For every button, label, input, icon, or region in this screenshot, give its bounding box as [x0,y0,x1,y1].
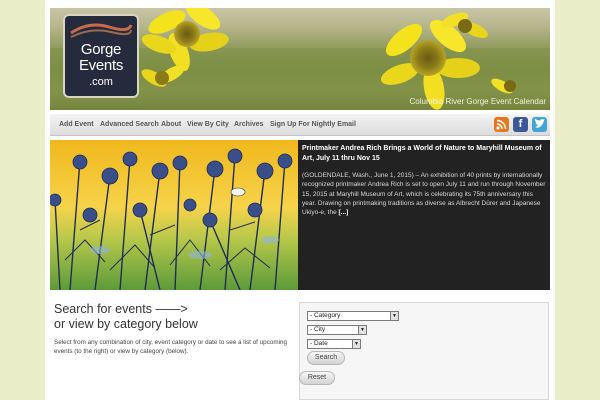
rss-glyph [496,119,507,130]
date-select-value: - Date [310,340,328,347]
logo-line2: Events [78,57,124,74]
category-select[interactable]: - Category ▼ [307,311,399,321]
nav-sign-up-email[interactable]: Sign Up For Nightly Email [270,121,356,128]
city-select[interactable]: - City ▼ [307,325,367,335]
featured-artwork-image[interactable] [50,140,298,290]
search-heading-line2: or view by category below [54,317,198,331]
site-tagline: Columbia River Gorge Event Calendar [409,97,546,106]
chevron-down-icon: ▼ [352,340,360,348]
twitter-icon[interactable] [532,117,547,132]
nav-advanced-search[interactable]: Advanced Search [100,121,159,128]
rss-icon[interactable] [494,117,509,132]
nav-about[interactable]: About [161,121,181,128]
search-panel: - Category ▼ - City ▼ - Date ▼ Search Re… [299,302,549,400]
chevron-down-icon: ▼ [358,326,366,334]
featured-story-title[interactable]: Printmaker Andrea Rich Brings a World of… [302,144,546,164]
header-banner: Gorge Events .com Columbia River Gorge E… [50,8,550,110]
featured-story-body: (GOLDENDALE, Wash., June 1, 2015) – An e… [302,171,546,217]
category-select-value: - Category [310,312,341,319]
facebook-icon[interactable]: f [513,117,528,132]
featured-story: Printmaker Andrea Rich Brings a World of… [50,140,550,290]
twitter-glyph [534,118,545,128]
page: Gorge Events .com Columbia River Gorge E… [45,0,555,400]
search-description: Select from any combination of city, eve… [54,339,287,355]
read-more-link[interactable]: [...] [339,209,349,216]
nav-view-by-city[interactable]: View By City [187,121,229,128]
search-heading: Search for events ——> or view by categor… [54,302,294,332]
search-heading-line1: Search for events ——> [54,302,188,316]
date-select[interactable]: - Date ▼ [307,339,361,349]
logo-swoosh-icon [70,23,133,38]
nav-add-event[interactable]: Add Event [59,121,94,128]
city-select-value: - City [310,326,326,333]
nav-archives[interactable]: Archives [234,121,264,128]
reset-button[interactable]: Reset [299,371,335,385]
logo-line3: .com [89,76,113,88]
site-logo[interactable]: Gorge Events .com [65,16,137,96]
main-nav: Add Event Advanced Search About View By … [50,114,550,136]
search-button[interactable]: Search [307,351,345,365]
logo-line1: Gorge [80,41,122,58]
chevron-down-icon: ▼ [390,312,398,320]
